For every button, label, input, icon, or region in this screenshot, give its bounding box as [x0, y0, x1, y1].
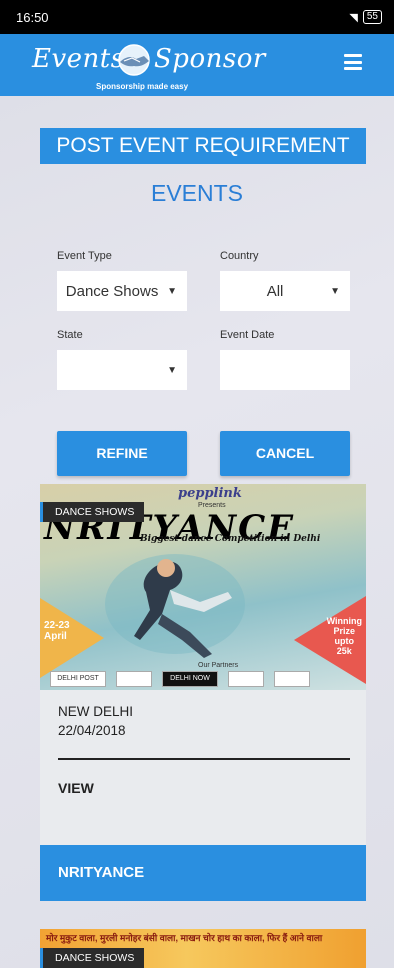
logo-word-sponsor: Sponsor — [154, 44, 266, 74]
status-time: 16:50 — [16, 9, 49, 25]
divider — [58, 758, 350, 760]
dropdown-arrow-icon: ▼ — [330, 285, 340, 297]
battery-icon: 55 — [362, 10, 382, 24]
app-header: Events Sponsor Sponsorship made easy — [0, 34, 394, 96]
partner-logo — [274, 671, 310, 687]
partner-logo — [116, 671, 152, 687]
event-type-label: Event Type — [57, 250, 112, 262]
category-badge: DANCE SHOWS — [40, 948, 145, 968]
poster-subtitle: Biggest dance Competition in Delhi — [140, 534, 321, 544]
menu-icon[interactable] — [344, 54, 362, 70]
event-date-input[interactable] — [220, 350, 350, 390]
handshake-icon — [118, 44, 150, 76]
signal-icon: ◥ — [349, 11, 358, 24]
event-date-label: Event Date — [220, 329, 275, 341]
partner-logos: DELHI POST DELHI NOW — [50, 671, 360, 688]
status-bar: 16:50 ◥ 55 — [0, 0, 394, 34]
event-card[interactable]: मोर मुकुट वाला, मुरली मनोहर बंसी वाला, म… — [40, 929, 366, 968]
country-label: Country — [220, 250, 259, 262]
event-city: NEW DELHI — [58, 704, 134, 719]
partner-logo: DELHI POST — [50, 671, 106, 687]
partner-logo — [228, 671, 264, 687]
poster-date: 22-23 April — [44, 620, 70, 642]
category-badge: DANCE SHOWS — [40, 502, 145, 522]
event-type-select[interactable]: Dance Shows ▼ — [57, 271, 187, 311]
event-type-value: Dance Shows — [65, 282, 159, 300]
refine-button[interactable]: REFINE — [57, 431, 187, 476]
poster-prize: Winning Prize upto 25k — [326, 616, 362, 656]
dropdown-arrow-icon: ▼ — [167, 364, 177, 376]
state-select[interactable]: ▼ — [57, 350, 187, 390]
poster-partners: Our Partners — [198, 662, 239, 669]
app-logo[interactable]: Events Sponsor Sponsorship made easy — [32, 38, 272, 94]
status-icons: ◥ 55 — [349, 10, 382, 24]
page-title: EVENTS — [150, 180, 244, 206]
event-card[interactable]: pepplink Presents NRITYANCE Biggest danc… — [40, 484, 366, 901]
poster-brand: pepplink — [178, 486, 242, 501]
state-label: State — [57, 329, 83, 341]
cancel-button[interactable]: CANCEL — [220, 431, 350, 476]
post-event-requirement-button[interactable]: POST EVENT REQUIREMENT — [40, 128, 366, 164]
logo-tagline: Sponsorship made easy — [96, 82, 189, 91]
view-link[interactable]: VIEW — [58, 780, 94, 796]
poster-banner-text: मोर मुकुट वाला, मुरली मनोहर बंसी वाला, म… — [46, 933, 323, 943]
event-date: 22/04/2018 — [58, 723, 126, 738]
event-poster[interactable]: pepplink Presents NRITYANCE Biggest danc… — [40, 484, 366, 690]
event-name-bar[interactable]: NRITYANCE — [40, 845, 366, 901]
country-value: All — [266, 282, 284, 300]
country-select[interactable]: All ▼ — [220, 271, 350, 311]
dropdown-arrow-icon: ▼ — [167, 285, 177, 297]
partner-logo: DELHI NOW — [162, 671, 218, 687]
dancer-illustration — [105, 554, 245, 658]
logo-word-events: Events — [32, 44, 125, 74]
